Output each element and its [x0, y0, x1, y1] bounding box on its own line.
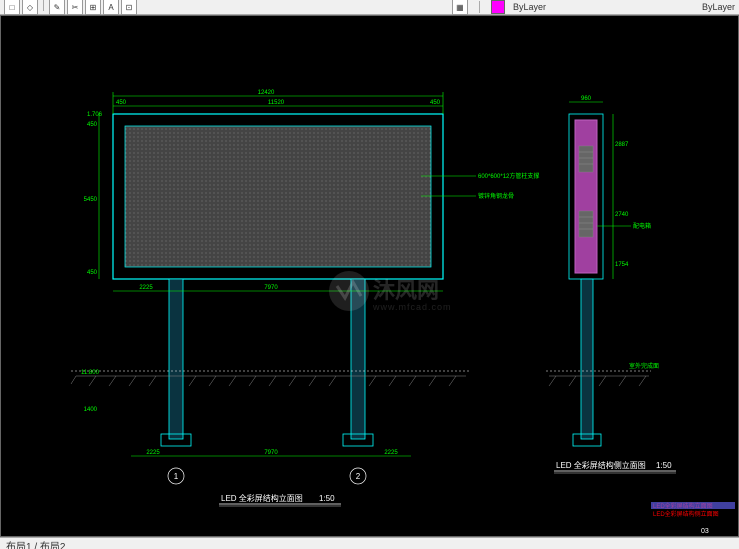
side-dim-h2: 2740 — [615, 212, 629, 218]
tool-icon[interactable]: A — [103, 0, 119, 15]
tool-icon[interactable]: □ — [4, 0, 20, 15]
dim-mid-l: 2225 — [139, 285, 153, 291]
layer-name-2: ByLayer — [702, 2, 735, 12]
grid-2: 2 — [356, 472, 361, 481]
dim-top-elev: 1.706 — [87, 112, 103, 118]
side-scale: 1:50 — [656, 461, 672, 470]
side-dim-w: 960 — [581, 96, 592, 102]
dim-seg2: 5450 — [84, 197, 98, 203]
front-title: LED 全彩屏结构立面图 — [221, 493, 303, 503]
dim-bot-l1: 2225 — [146, 450, 160, 456]
dim-left-margin: 450 — [116, 100, 127, 106]
side-dim-h3: 1754 — [615, 262, 629, 268]
toolbar-tool-group: □ ◇ ✎ ✂ ⊞ A ⊡ — [4, 0, 137, 15]
page-label-1: LED全彩屏结构立面图 — [653, 502, 713, 510]
tool-icon[interactable]: ◇ — [22, 0, 38, 15]
status-bar: 布局1 / 布局2 — [0, 537, 739, 549]
dim-ground-depth: 1400 — [84, 407, 98, 413]
dim-mid: 11520 — [268, 100, 285, 106]
dim-right-margin: 450 — [430, 100, 441, 106]
dim-seg1: 450 — [87, 122, 98, 128]
side-dim-h1: 2887 — [615, 142, 629, 148]
tool-icon[interactable]: ✂ — [67, 0, 83, 15]
watermark: 沐风网 www.mfcad.com — [329, 271, 452, 312]
front-scale: 1:50 — [319, 494, 335, 503]
dim-seg3: 450 — [87, 270, 98, 276]
tool-icon[interactable]: ⊞ — [85, 0, 101, 15]
callout-a: 600*600*12方管柱支撑 — [478, 172, 539, 180]
tool-icon[interactable]: ✎ — [49, 0, 65, 15]
tool-icon[interactable]: ⊡ — [121, 0, 137, 15]
front-elevation: 12420 450 11520 450 1.706 450 5450 450 1… — [71, 90, 539, 506]
dim-bot-r: 2225 — [384, 450, 398, 456]
dim-overall: 12420 — [258, 90, 275, 96]
side-callout: 配电箱 — [633, 222, 651, 230]
watermark-text: 沐风网 — [373, 278, 439, 303]
cad-drawing: 12420 450 11520 450 1.706 450 5450 450 1… — [1, 16, 738, 536]
separator — [43, 0, 44, 11]
watermark-url: www.mfcad.com — [372, 302, 452, 312]
layout-tabs[interactable]: 布局1 / 布局2 — [6, 538, 65, 549]
drawing-canvas[interactable]: 12420 450 11520 450 1.706 450 5450 450 1… — [0, 15, 739, 537]
side-title: LED 全彩屏结构侧立面图 — [556, 460, 646, 470]
dim-mid-span: 7970 — [264, 285, 278, 291]
separator — [479, 1, 480, 13]
dim-bot-span: 7970 — [264, 450, 278, 456]
grid-1: 1 — [174, 472, 179, 481]
side-ground-label: 室外完成面 — [629, 362, 659, 370]
callout-b: 镀锌角钢龙骨 — [478, 192, 514, 200]
tool-icon[interactable]: ▦ — [452, 0, 468, 15]
page-number: 03 — [701, 528, 709, 535]
page-label-2: LED全彩屏结构侧立面图 — [653, 510, 719, 518]
layer-name: ByLayer — [513, 2, 546, 12]
app-toolbar: □ ◇ ✎ ✂ ⊞ A ⊡ ▦ ByLayer ByLayer — [0, 0, 739, 15]
side-elevation: 960 2887 2740 1754 配电箱 室外完成面 LED 全彩屏结构侧立… — [546, 96, 676, 473]
color-swatch[interactable] — [491, 0, 505, 14]
